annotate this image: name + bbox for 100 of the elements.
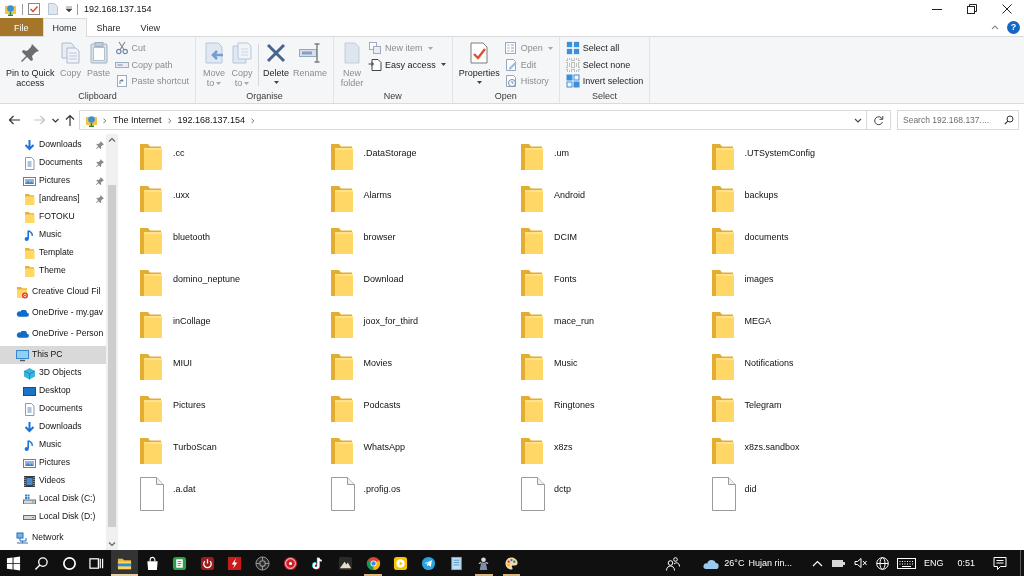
nav-item[interactable]: Local Disk (C:) [0, 490, 106, 508]
search-field[interactable]: Search 192.168.137.... [897, 110, 1019, 130]
nav-item[interactable]: Pictures [0, 172, 106, 190]
folder-icon [23, 264, 36, 278]
address-bar[interactable]: The Internet 192.168.137.154 [79, 110, 867, 130]
folder-item[interactable]: .DataStorage [328, 140, 519, 182]
folder-item[interactable]: inCollage [138, 308, 329, 350]
nav-item[interactable]: [andreans] [0, 190, 106, 208]
folder-item[interactable]: Podcasts [328, 392, 519, 434]
taskbar-app-button[interactable] [110, 550, 139, 576]
nav-item[interactable]: Local Disk (D:) [0, 508, 106, 526]
folder-item[interactable]: backups [709, 182, 900, 224]
file-item[interactable]: .profig.os [328, 476, 519, 518]
folder-item[interactable]: mace_run [519, 308, 710, 350]
folder-item[interactable]: Telegram [709, 392, 900, 434]
folder-item[interactable]: Download [328, 266, 519, 308]
nav-item[interactable]: OneDrive - my.gav [0, 304, 106, 322]
nav-item[interactable]: Desktop [0, 382, 106, 400]
folder-icon [330, 228, 353, 254]
chevron-down-icon [51, 117, 59, 123]
collapse-ribbon-button[interactable] [991, 23, 999, 31]
folder-item[interactable]: documents [709, 224, 900, 266]
file-item[interactable]: dctp [519, 476, 710, 518]
nav-item[interactable]: OneDrive - Person [0, 325, 106, 343]
search-icon [33, 555, 49, 571]
nav-item[interactable]: Theme [0, 262, 106, 280]
customize-toolbar-button[interactable] [66, 6, 72, 12]
folder-item[interactable]: .uxx [138, 182, 329, 224]
clock-button[interactable]: 0:51 [953, 550, 979, 576]
nav-item[interactable]: Music [0, 436, 106, 454]
folder-item[interactable]: Alarms [328, 182, 519, 224]
cube-icon [23, 366, 36, 380]
help-button[interactable]: ? [1007, 20, 1020, 34]
chevron-right-icon [250, 116, 257, 124]
folder-item[interactable]: domino_neptune [138, 266, 329, 308]
clock-page-icon [503, 74, 518, 89]
folder-item[interactable]: x8zs [519, 434, 710, 476]
nav-item[interactable]: Music [0, 226, 106, 244]
folder-item[interactable]: MEGA [709, 308, 900, 350]
folder-item[interactable]: MIUI [138, 350, 329, 392]
ribbon-button[interactable]: Properties [456, 40, 502, 84]
breadcrumb[interactable]: The Internet [112, 114, 163, 126]
nav-item[interactable]: 3D Objects [0, 364, 106, 382]
weather-button[interactable]: 26°C Hujan rin... [698, 550, 796, 576]
ribbon-button[interactable]: Pin to Quick access [4, 40, 57, 88]
folder-item[interactable]: .cc [138, 140, 329, 182]
properties-quick-button[interactable] [28, 3, 40, 15]
shortcut-clipboard-icon [114, 74, 129, 89]
folder-item[interactable]: images [709, 266, 900, 308]
folder-item[interactable]: joox_for_third [328, 308, 519, 350]
folder-item[interactable]: Fonts [519, 266, 710, 308]
folder-item[interactable]: Ringtones [519, 392, 710, 434]
folder-item[interactable]: Music [519, 350, 710, 392]
nav-item[interactable]: FOTOKU [0, 208, 106, 226]
ribbon-button[interactable]: Delete [261, 40, 292, 84]
round-badge-icon [282, 555, 298, 571]
ribbon-button[interactable]: Select none [563, 56, 646, 73]
folder-item[interactable]: .UTSystemConfig [709, 140, 900, 182]
folder-icon [23, 210, 36, 224]
folder-item[interactable]: WhatsApp [328, 434, 519, 476]
folder-item[interactable]: browser [328, 224, 519, 266]
nav-item[interactable]: Network [0, 529, 106, 547]
folder-item[interactable]: Android [519, 182, 710, 224]
nav-item[interactable]: Videos [0, 472, 106, 490]
ribbon-button[interactable]: Easy access [366, 56, 448, 73]
nav-item[interactable]: Template [0, 244, 106, 262]
ribbon-button[interactable]: Select all [563, 40, 646, 57]
folder-item[interactable]: Notifications [709, 350, 900, 392]
nav-item[interactable]: Downloads [0, 418, 106, 436]
scrollbar[interactable] [106, 134, 118, 550]
folder-icon [711, 270, 734, 296]
search-icon[interactable] [1004, 115, 1014, 125]
address-history-button[interactable] [854, 116, 862, 124]
file-item[interactable]: .a.dat [138, 476, 329, 518]
folder-item[interactable]: DCIM [519, 224, 710, 266]
nav-item[interactable]: Pictures [0, 454, 106, 472]
scrollbar-thumb[interactable] [108, 185, 116, 527]
nav-item[interactable]: Documents [0, 400, 106, 418]
blank-page-icon [48, 3, 58, 15]
file-icon [521, 477, 545, 511]
nav-item[interactable]: This PC [0, 346, 106, 364]
ribbon-tab[interactable]: Share [86, 18, 131, 36]
ribbon-button[interactable]: Invert selection [563, 73, 646, 90]
folder-item[interactable]: x8zs.sandbox [709, 434, 900, 476]
ribbon-tab[interactable]: View [130, 18, 170, 36]
language-button[interactable]: ENG [919, 550, 948, 576]
file-item[interactable]: did [709, 476, 900, 518]
folder-item[interactable]: Movies [328, 350, 519, 392]
nav-item[interactable]: Documents [0, 154, 106, 172]
file-menu-button[interactable]: File [0, 18, 43, 36]
refresh-button[interactable] [867, 110, 891, 130]
folder-item[interactable]: TurboScan [138, 434, 329, 476]
breadcrumb[interactable]: 192.168.137.154 [176, 114, 247, 126]
folder-item[interactable]: bluetooth [138, 224, 329, 266]
nav-item[interactable]: Downloads [0, 136, 106, 154]
folder-item[interactable]: Pictures [138, 392, 329, 434]
folder-item[interactable]: .um [519, 140, 710, 182]
palette-icon [503, 555, 519, 571]
ribbon-tab[interactable]: Home [42, 18, 87, 37]
nav-item[interactable]: Creative Cloud Fil [0, 283, 106, 301]
